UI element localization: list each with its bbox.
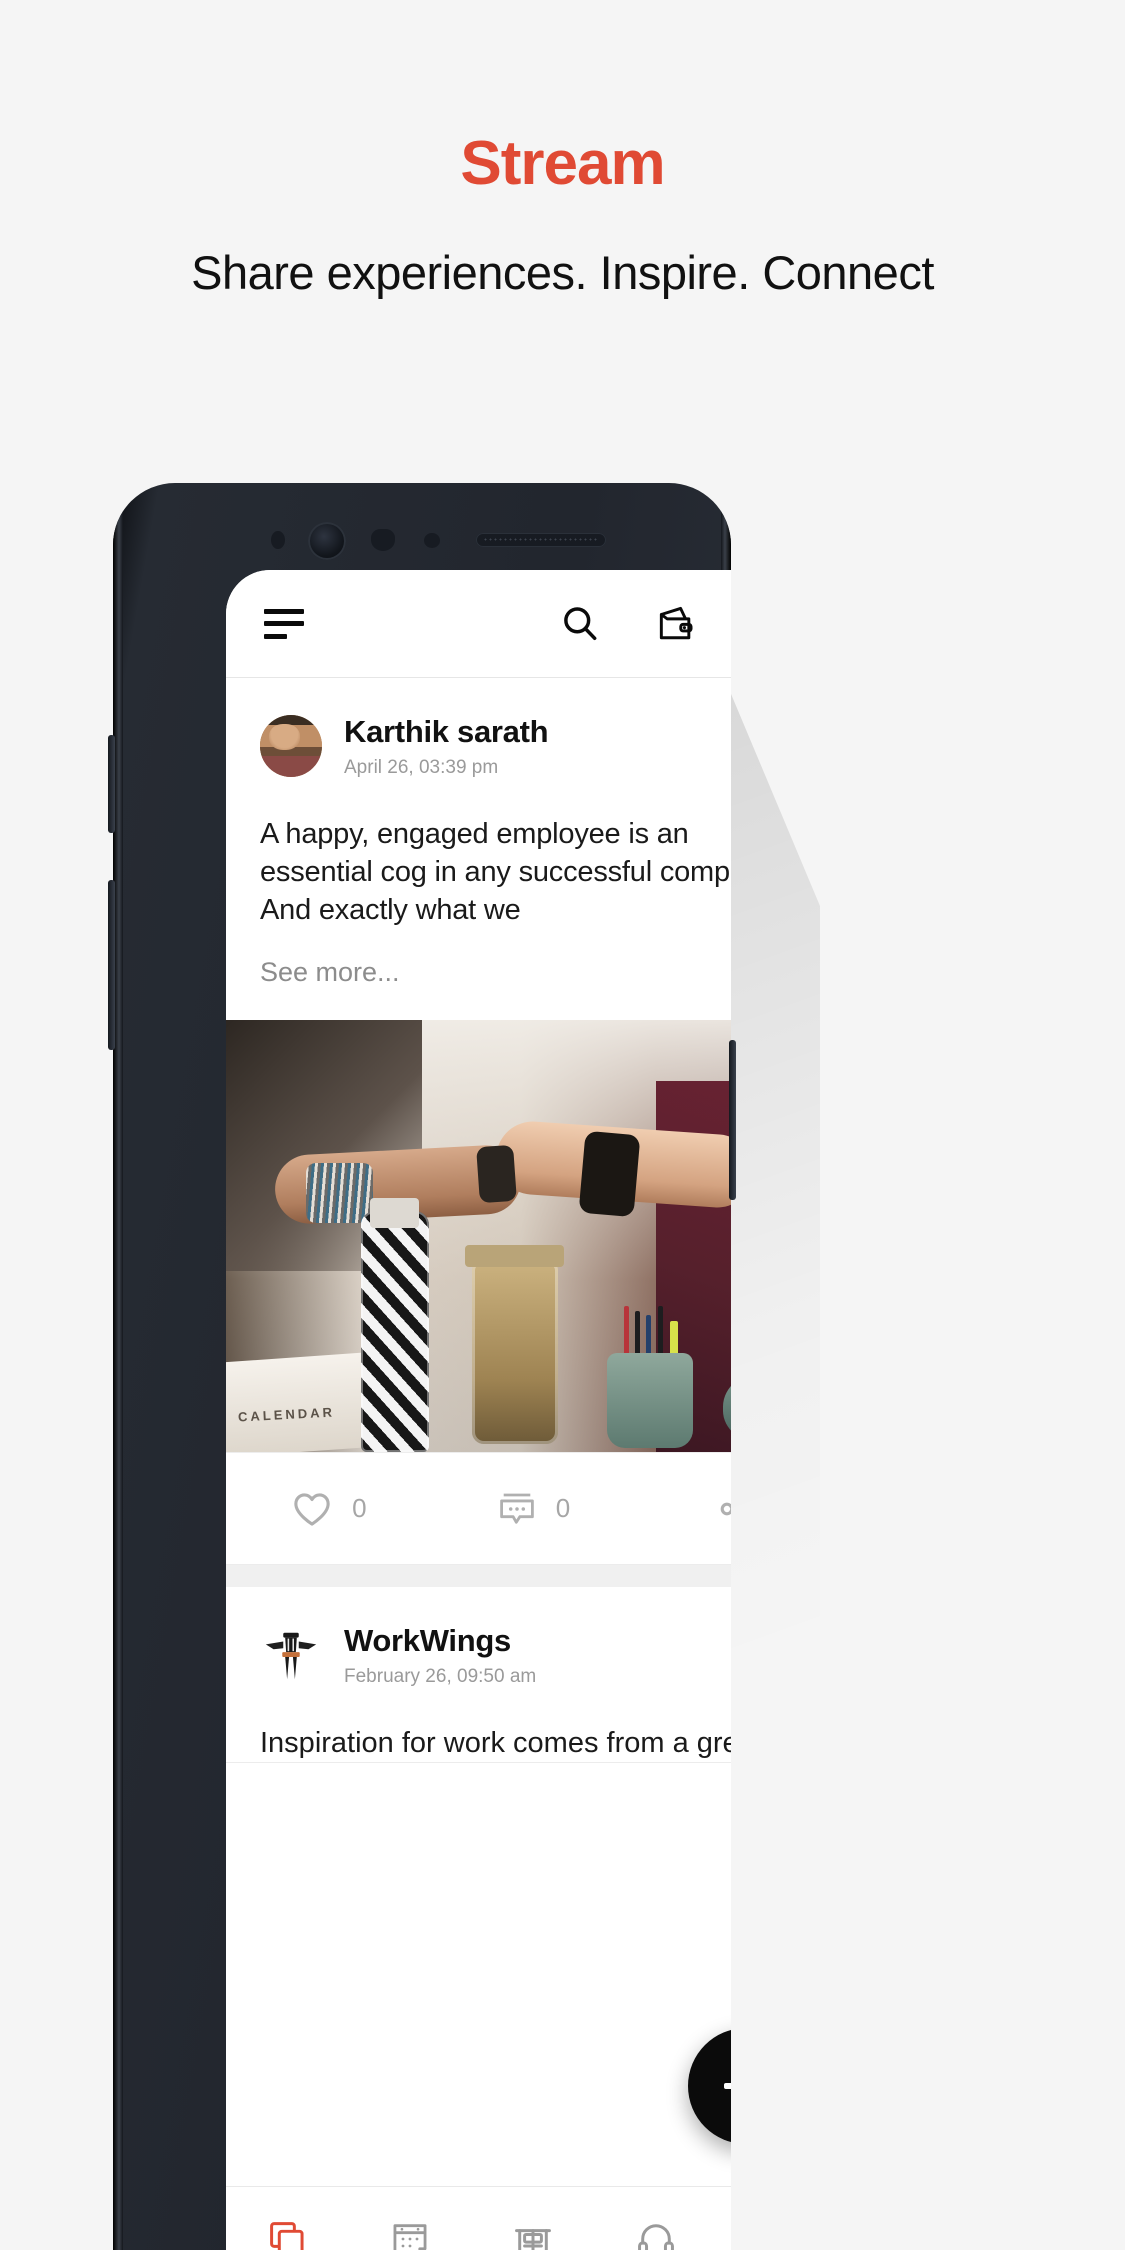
nav-item-calendar[interactable] — [349, 2218, 472, 2250]
app-toolbar — [226, 570, 731, 678]
post-author-name: Karthik sarath — [344, 714, 549, 749]
proximity-sensor-icon — [371, 529, 395, 551]
iris-sensor-icon — [271, 531, 285, 549]
nav-item-offers[interactable] — [717, 2218, 731, 2250]
search-icon[interactable] — [558, 602, 602, 646]
front-camera-icon — [308, 522, 346, 560]
post-body-text: A happy, engaged employee is an essentia… — [260, 817, 731, 927]
post-card: Karthik sarath April 26, 03:39 pm A happ… — [226, 678, 731, 1566]
feed-copy-icon — [270, 2221, 304, 2250]
phone-mockup: Karthik sarath April 26, 03:39 pm A happ… — [113, 483, 731, 2250]
phone-volume-up-button — [108, 735, 115, 833]
nav-item-feed[interactable] — [226, 2218, 349, 2250]
like-count: 0 — [352, 1493, 367, 1524]
desk-table-icon — [515, 2228, 551, 2250]
post-card: WorkWings February 26, 09:50 am Inspirat… — [226, 1587, 731, 1764]
light-sensor-icon — [424, 533, 440, 548]
post-body-text: Inspiration for work comes from a grea — [260, 1727, 731, 1760]
phone-volume-down-button — [108, 880, 115, 1050]
calendar-icon — [393, 2223, 427, 2250]
comment-count: 0 — [555, 1493, 571, 1524]
feed-divider — [226, 1565, 731, 1588]
page-title: Stream — [460, 129, 665, 198]
bottom-navigation-bar — [226, 2186, 731, 2250]
avatar[interactable] — [260, 1625, 322, 1687]
create-post-button[interactable] — [688, 2028, 731, 2144]
phone-power-button — [729, 1040, 736, 1200]
wallet-icon[interactable] — [654, 602, 698, 646]
post-author-name: WorkWings — [344, 1623, 511, 1659]
post-timestamp: April 26, 03:39 pm — [344, 756, 499, 778]
avatar[interactable] — [260, 715, 322, 778]
app-screen: Karthik sarath April 26, 03:39 pm A happ… — [226, 570, 731, 2250]
see-more-link[interactable]: See more... — [226, 929, 731, 1020]
plus-icon — [724, 2064, 731, 2108]
share-button[interactable] — [635, 1487, 731, 1531]
post-actions-bar: 0 0 — [226, 1452, 731, 1564]
headphones-icon — [637, 2223, 674, 2250]
comment-button[interactable]: 0 — [431, 1488, 636, 1530]
earpiece-speaker-grille — [483, 537, 599, 543]
workwings-logo-icon — [265, 1632, 317, 1679]
post-header: WorkWings February 26, 09:50 am — [226, 1587, 731, 1698]
nav-item-workspace[interactable] — [472, 2218, 595, 2250]
post-image[interactable]: CALENDAR — [226, 1020, 731, 1453]
page-subtitle: Share experiences. Inspire. Connect — [191, 246, 934, 299]
like-button[interactable]: 0 — [226, 1487, 431, 1531]
phone-sensor-strip — [113, 517, 731, 565]
post-header: Karthik sarath April 26, 03:39 pm — [226, 678, 731, 789]
hamburger-menu-icon[interactable] — [264, 608, 304, 639]
promo-screenshot: Stream Share experiences. Inspire. Conne… — [0, 0, 1125, 2250]
nav-item-support[interactable] — [594, 2218, 717, 2250]
post-timestamp: February 26, 09:50 am — [344, 1666, 537, 1688]
